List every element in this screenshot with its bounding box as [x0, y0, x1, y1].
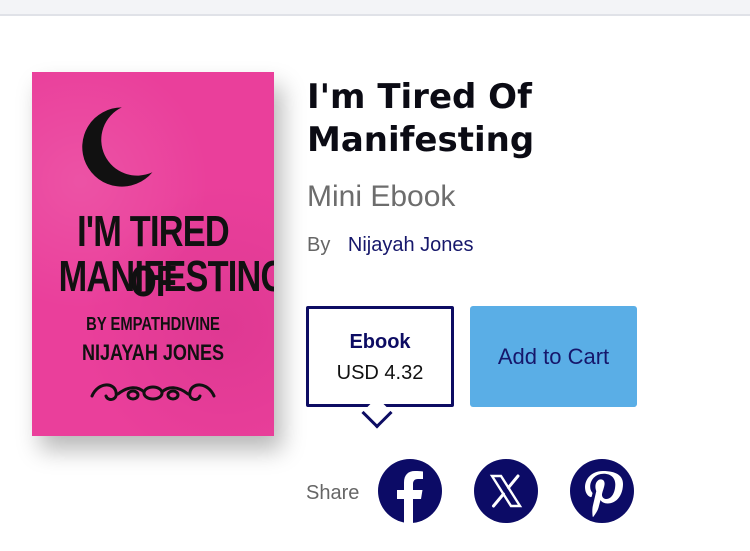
top-bar — [0, 0, 750, 16]
author-link[interactable]: Nijayah Jones — [348, 234, 474, 256]
x-share-button[interactable] — [474, 459, 538, 523]
share-label: Share — [306, 482, 360, 504]
cover-art: I'M TIRED OF MANIFESTING BY EMPATHDIVINE… — [32, 72, 274, 436]
facebook-share-button[interactable] — [378, 459, 442, 523]
pinterest-icon — [585, 471, 623, 517]
add-to-cart-button[interactable]: Add to Cart — [470, 306, 637, 407]
crescent-moon-icon — [82, 107, 153, 187]
cover-author: NIJAYAH JONES — [81, 340, 225, 365]
book-title: I'm Tired Of Manifesting — [307, 77, 535, 160]
format-name: Ebook — [349, 331, 411, 353]
flourish-ornament-icon — [90, 383, 216, 401]
format-option-ebook[interactable]: Ebook USD 4.32 — [306, 306, 454, 407]
cover-title-line2: MANIFESTING — [58, 252, 274, 301]
facebook-icon — [397, 471, 423, 523]
author-byline: By Nijayah Jones — [307, 234, 474, 257]
x-icon — [489, 474, 523, 508]
by-label: By — [307, 234, 331, 256]
book-cover[interactable]: I'M TIRED OF MANIFESTING BY EMPATHDIVINE… — [32, 72, 274, 436]
book-subtitle: Mini Ebook — [307, 180, 456, 213]
cover-byline: BY EMPATHDIVINE — [86, 314, 220, 334]
format-price: USD 4.32 — [336, 362, 424, 384]
pinterest-share-button[interactable] — [570, 459, 634, 523]
